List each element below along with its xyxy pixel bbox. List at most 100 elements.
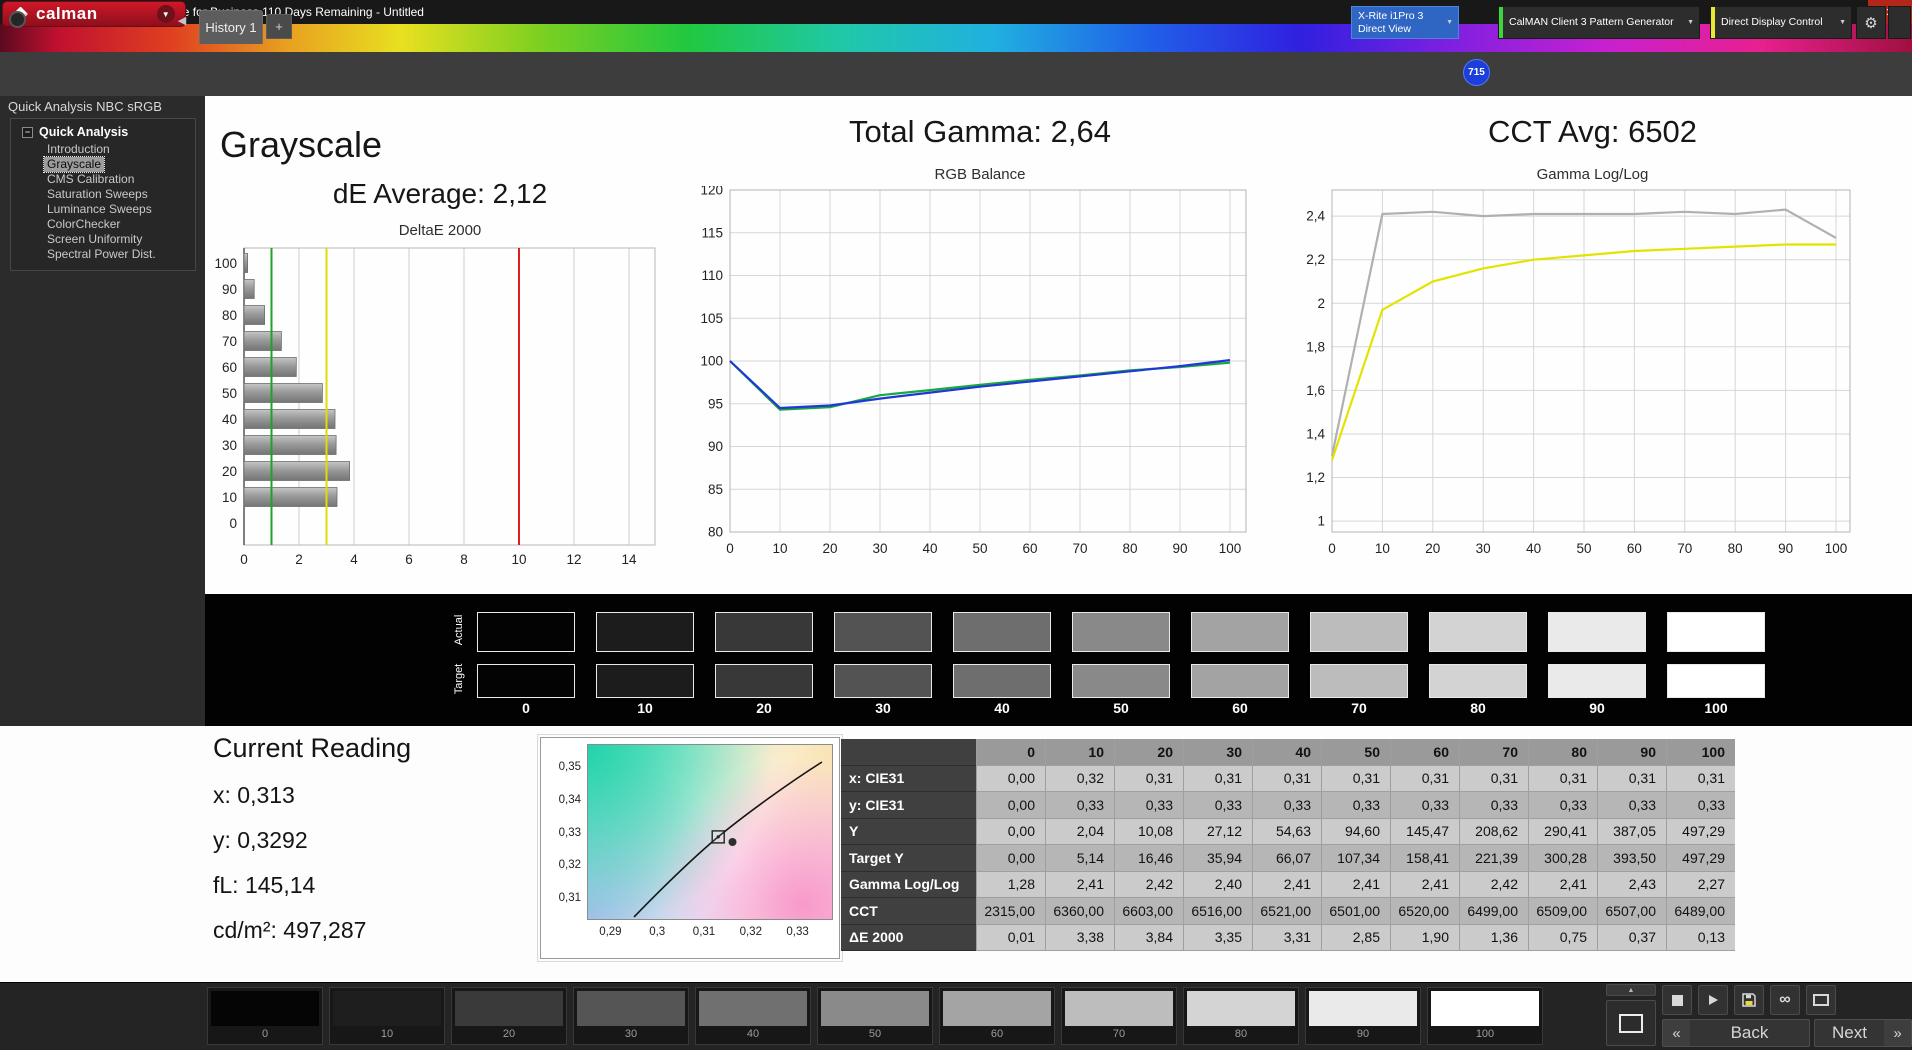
svg-text:1,2: 1,2 xyxy=(1306,470,1325,485)
display-control-button[interactable]: Direct Display Control ▼ xyxy=(1710,6,1852,39)
back-button[interactable]: « Back xyxy=(1662,1019,1810,1047)
pattern-button-90[interactable]: 90 xyxy=(1305,987,1421,1045)
svg-text:0: 0 xyxy=(1328,541,1336,556)
cie-x-tick: 0,33 xyxy=(776,926,820,938)
actual-swatch-40 xyxy=(953,612,1051,652)
panel-toggle-button[interactable] xyxy=(1888,6,1911,39)
chevron-down-icon: ▼ xyxy=(1687,19,1699,26)
table-cell: 6499,00 xyxy=(1459,898,1528,925)
pattern-button-30[interactable]: 30 xyxy=(573,987,689,1045)
tab-history-1[interactable]: History 1 xyxy=(199,10,263,44)
nav-menu-button[interactable] xyxy=(9,11,26,28)
pattern-window-button[interactable] xyxy=(1606,1000,1656,1046)
stop-button[interactable] xyxy=(1662,985,1692,1015)
pattern-button-70[interactable]: 70 xyxy=(1061,987,1177,1045)
play-button[interactable] xyxy=(1698,985,1728,1015)
svg-text:20: 20 xyxy=(822,541,837,556)
table-cell: 2,41 xyxy=(1045,872,1114,899)
table-cell: 0,00 xyxy=(976,845,1045,872)
next-button[interactable]: Next » xyxy=(1814,1019,1912,1047)
calman-menu-button[interactable]: calman ▼ xyxy=(2,1,186,27)
pattern-button-20[interactable]: 20 xyxy=(451,987,567,1045)
svg-text:60: 60 xyxy=(222,360,237,375)
pattern-label: 70 xyxy=(1113,1028,1125,1040)
svg-text:12: 12 xyxy=(566,552,581,567)
sidebar-item-luminance-sweeps[interactable]: Luminance Sweeps xyxy=(44,202,155,217)
svg-text:0: 0 xyxy=(229,516,237,531)
tree-collapse-icon[interactable]: − xyxy=(22,127,33,138)
cie-y-tick: 0,31 xyxy=(545,892,581,904)
cie-x-tick: 0,29 xyxy=(588,926,632,938)
meter-name: X-Rite i1Pro 3 xyxy=(1358,10,1423,23)
svg-text:80: 80 xyxy=(1728,541,1743,556)
table-row-label: Gamma Log/Log xyxy=(841,872,976,899)
table-cell: 6489,00 xyxy=(1666,898,1735,925)
pattern-button-100[interactable]: 100 xyxy=(1427,987,1543,1045)
save-button[interactable] xyxy=(1734,985,1764,1015)
svg-text:1,6: 1,6 xyxy=(1306,383,1325,398)
collapse-bar-button[interactable]: ▲ xyxy=(1606,984,1656,996)
add-tab-button[interactable]: + xyxy=(266,14,292,39)
sidebar-item-introduction[interactable]: Introduction xyxy=(44,142,113,157)
total-gamma-readout: Total Gamma: 2,64 xyxy=(690,114,1270,150)
sidebar-item-colorchecker[interactable]: ColorChecker xyxy=(44,217,123,232)
cie-chart-panel[interactable]: 0,350,340,330,320,310,290,30,310,320,33 xyxy=(540,737,840,959)
svg-text:50: 50 xyxy=(972,541,987,556)
svg-text:115: 115 xyxy=(701,225,723,240)
pattern-label: 30 xyxy=(625,1028,637,1040)
workflow-tree: − Quick Analysis IntroductionGrayscaleCM… xyxy=(10,118,196,271)
pattern-button-60[interactable]: 60 xyxy=(939,987,1055,1045)
target-row-label: Target xyxy=(453,657,469,701)
target-swatch-60 xyxy=(1191,664,1289,698)
settings-button[interactable]: ⚙ xyxy=(1856,6,1886,39)
table-cell: 6521,00 xyxy=(1252,898,1321,925)
pattern-button-80[interactable]: 80 xyxy=(1183,987,1299,1045)
table-header-cell: 10 xyxy=(1045,739,1114,766)
table-cell: 2,27 xyxy=(1666,872,1735,899)
table-header-cell: 40 xyxy=(1252,739,1321,766)
sidebar-item-cms-calibration[interactable]: CMS Calibration xyxy=(44,172,137,187)
sidebar-collapse-button[interactable]: ◀ xyxy=(172,10,192,30)
back-label: Back xyxy=(1690,1020,1809,1046)
band-level-label: 100 xyxy=(1667,700,1765,716)
calman-menu-label: calman xyxy=(36,4,98,24)
pattern-button-50[interactable]: 50 xyxy=(817,987,933,1045)
table-row: x: CIE310,000,320,310,310,310,310,310,31… xyxy=(841,766,1736,793)
pattern-swatch xyxy=(1187,991,1295,1026)
table-cell: 5,14 xyxy=(1045,845,1114,872)
table-cell: 0,00 xyxy=(976,819,1045,846)
sidebar-item-spectral-power-dist-[interactable]: Spectral Power Dist. xyxy=(44,247,159,262)
meter-button[interactable]: X-Rite i1Pro 3 Direct View ▼ xyxy=(1351,6,1459,39)
svg-text:100: 100 xyxy=(214,256,237,271)
table-cell: 393,50 xyxy=(1597,845,1666,872)
link-button[interactable]: ∞ xyxy=(1770,985,1800,1015)
band-level-label: 40 xyxy=(953,700,1051,716)
tree-root-quick-analysis[interactable]: − Quick Analysis xyxy=(14,124,192,142)
play-icon xyxy=(1705,992,1721,1008)
display-toggle-button[interactable] xyxy=(1806,985,1836,1015)
target-swatch-70 xyxy=(1310,664,1408,698)
pattern-button-10[interactable]: 10 xyxy=(329,987,445,1045)
table-cell: 66,07 xyxy=(1252,845,1321,872)
pattern-button-40[interactable]: 40 xyxy=(695,987,811,1045)
pattern-label: 40 xyxy=(747,1028,759,1040)
table-cell: 0,33 xyxy=(1528,792,1597,819)
target-swatch-20 xyxy=(715,664,813,698)
sidebar-item-saturation-sweeps[interactable]: Saturation Sweeps xyxy=(44,187,151,202)
svg-text:105: 105 xyxy=(700,311,723,326)
sidebar-item-grayscale[interactable]: Grayscale xyxy=(44,157,104,172)
svg-text:14: 14 xyxy=(621,552,637,567)
svg-text:10: 10 xyxy=(222,490,237,505)
table-cell: 2,42 xyxy=(1459,872,1528,899)
pattern-generator-button[interactable]: CalMAN Client 3 Pattern Generator ▼ xyxy=(1498,6,1700,39)
table-cell: 0,33 xyxy=(1597,792,1666,819)
svg-text:70: 70 xyxy=(1677,541,1692,556)
table-cell: 0,33 xyxy=(1666,792,1735,819)
table-cell: 0,32 xyxy=(1045,766,1114,793)
pattern-button-0[interactable]: 0 xyxy=(207,987,323,1045)
current-reading-title: Current Reading xyxy=(213,733,411,764)
sidebar-item-screen-uniformity[interactable]: Screen Uniformity xyxy=(44,232,145,247)
table-row: Target Y0,005,1416,4635,9466,07107,34158… xyxy=(841,845,1736,872)
actual-row-label: Actual xyxy=(453,608,469,652)
table-row-label: Y xyxy=(841,819,976,846)
